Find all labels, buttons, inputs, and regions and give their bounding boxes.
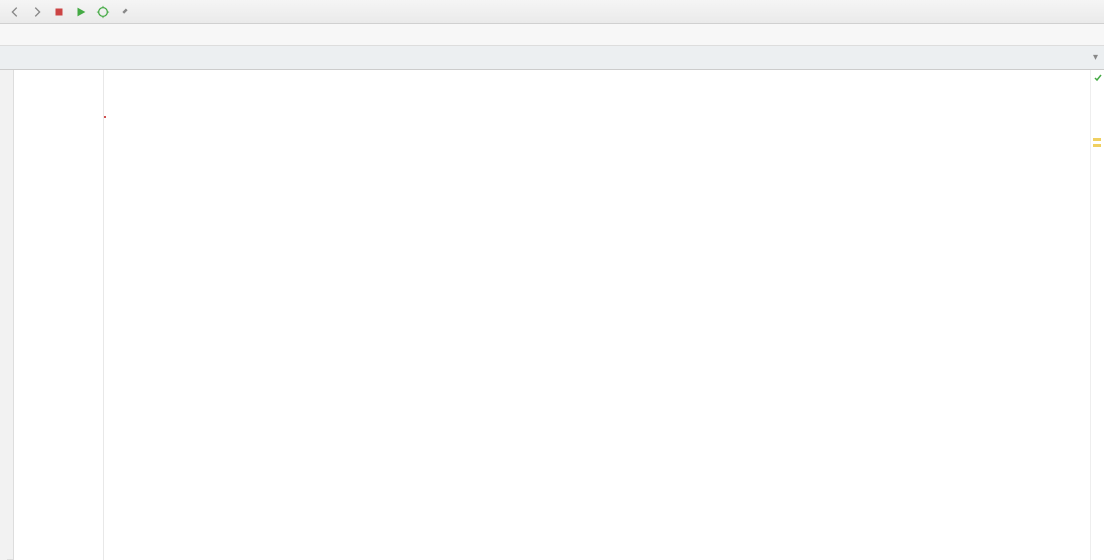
gutter[interactable] — [14, 70, 104, 560]
code-editor[interactable] — [104, 70, 1090, 560]
tab-overflow[interactable]: ▾ — [1081, 46, 1104, 69]
error-stripe[interactable] — [1090, 70, 1104, 560]
main-toolbar — [0, 0, 1104, 24]
highlight-box — [104, 116, 106, 118]
debug-button[interactable] — [94, 3, 112, 21]
back-button[interactable] — [6, 3, 24, 21]
stop-button[interactable] — [50, 3, 68, 21]
breadcrumbs — [0, 24, 1104, 46]
editor-tabs: ▾ — [0, 46, 1104, 70]
inspection-ok-icon — [1093, 73, 1103, 83]
attach-button[interactable] — [116, 3, 134, 21]
run-button[interactable] — [72, 3, 90, 21]
forward-button[interactable] — [28, 3, 46, 21]
tool-window-strip[interactable] — [0, 70, 14, 560]
